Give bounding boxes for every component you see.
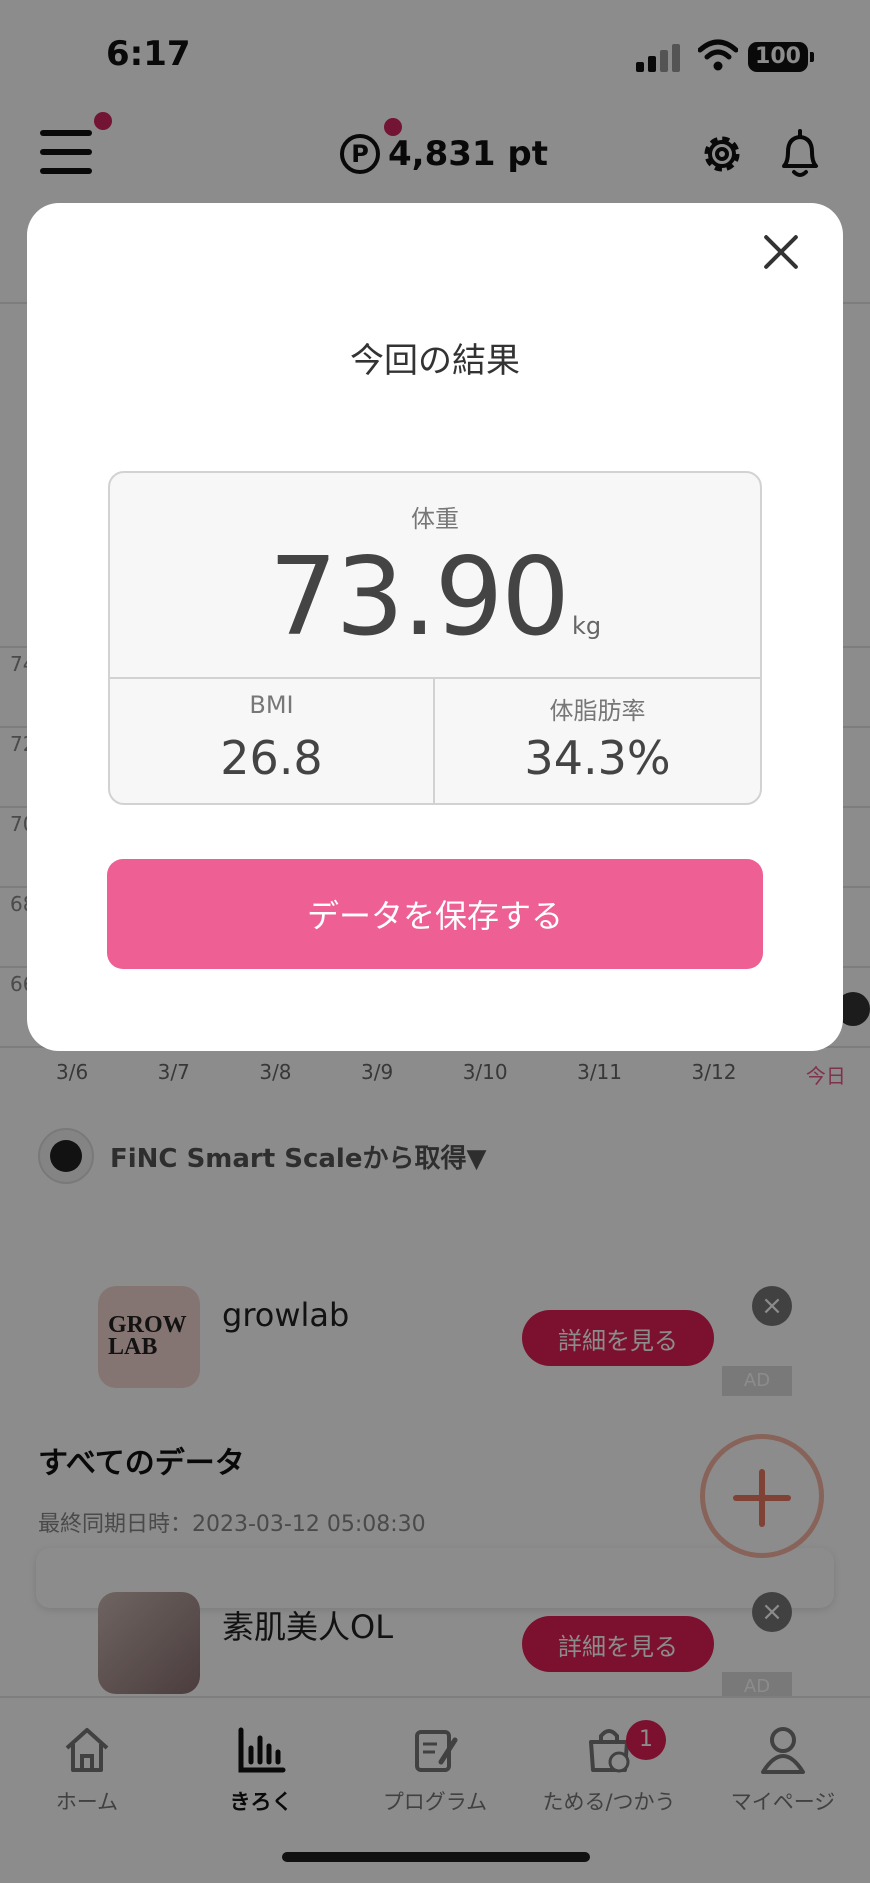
save-data-button[interactable]: データを保存する [107, 859, 763, 969]
modal-title: 今回の結果 [350, 341, 520, 381]
bmi-section: BMI 26.8 [110, 677, 435, 803]
body-fat-value: 34.3% [524, 731, 671, 785]
result-panel: 体重 73.90 kg BMI 26.8 体脂肪率 34.3% [108, 471, 762, 805]
weight-section: 体重 73.90 kg [110, 473, 760, 679]
weight-unit: kg [572, 612, 602, 640]
bmi-label: BMI [249, 691, 294, 719]
body-fat-label: 体脂肪率 [549, 697, 646, 725]
weight-label: 体重 [411, 505, 459, 533]
result-modal: 今回の結果 体重 73.90 kg BMI 26.8 体脂肪率 34.3% データ… [27, 203, 843, 1051]
weight-readout: 73.90 kg [110, 535, 760, 660]
weight-value: 73.90 [268, 535, 570, 660]
body-fat-section: 体脂肪率 34.3% [435, 677, 760, 803]
home-indicator [282, 1852, 590, 1862]
close-icon[interactable] [751, 223, 811, 283]
bmi-value: 26.8 [220, 731, 323, 785]
